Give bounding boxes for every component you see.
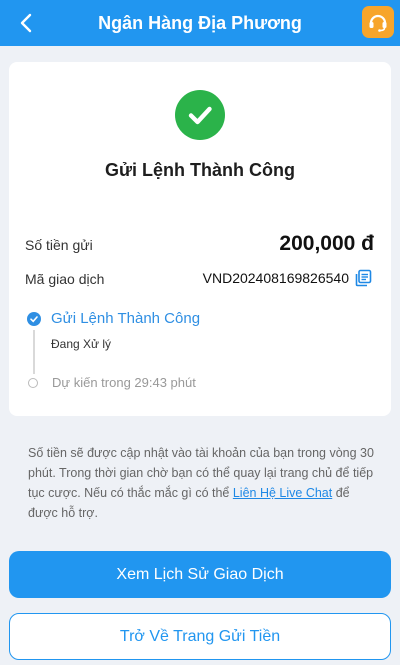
step-pending-icon xyxy=(28,378,38,388)
page-title: Ngân Hàng Địa Phương xyxy=(98,13,302,33)
view-history-button[interactable]: Xem Lịch Sử Giao Dịch xyxy=(9,551,391,598)
support-button[interactable] xyxy=(362,6,394,38)
copy-icon xyxy=(355,269,372,287)
live-chat-link[interactable]: Liên Hệ Live Chat xyxy=(233,486,332,500)
timeline-eta: Dự kiến trong 29:43 phút xyxy=(52,375,196,390)
success-badge xyxy=(175,90,225,140)
txid-value: VND202408169826540 xyxy=(202,270,349,286)
timeline-step-status: Đang Xử lý xyxy=(51,337,112,351)
check-circle-icon xyxy=(188,106,212,125)
timeline-connector xyxy=(33,330,35,374)
step-done-icon xyxy=(27,312,41,326)
check-icon xyxy=(30,316,38,323)
headset-icon xyxy=(369,14,387,32)
result-card: Gửi Lệnh Thành Công Số tiền gửi 200,000 … xyxy=(9,62,391,416)
back-to-deposit-button[interactable]: Trở Về Trang Gửi Tiền xyxy=(9,613,391,660)
back-button[interactable] xyxy=(10,7,42,39)
txid-label: Mã giao dịch xyxy=(25,271,105,287)
chevron-left-icon xyxy=(20,13,32,33)
amount-label: Số tiền gửi xyxy=(25,237,93,253)
notice-text: Số tiền sẽ được cập nhật vào tài khoản c… xyxy=(28,443,374,523)
header-bar: Ngân Hàng Địa Phương xyxy=(0,0,400,46)
result-title: Gửi Lệnh Thành Công xyxy=(104,160,295,180)
timeline-step-title: Gửi Lệnh Thành Công xyxy=(51,310,201,327)
amount-value: 200,000 đ xyxy=(279,232,374,255)
copy-button[interactable] xyxy=(353,268,373,288)
